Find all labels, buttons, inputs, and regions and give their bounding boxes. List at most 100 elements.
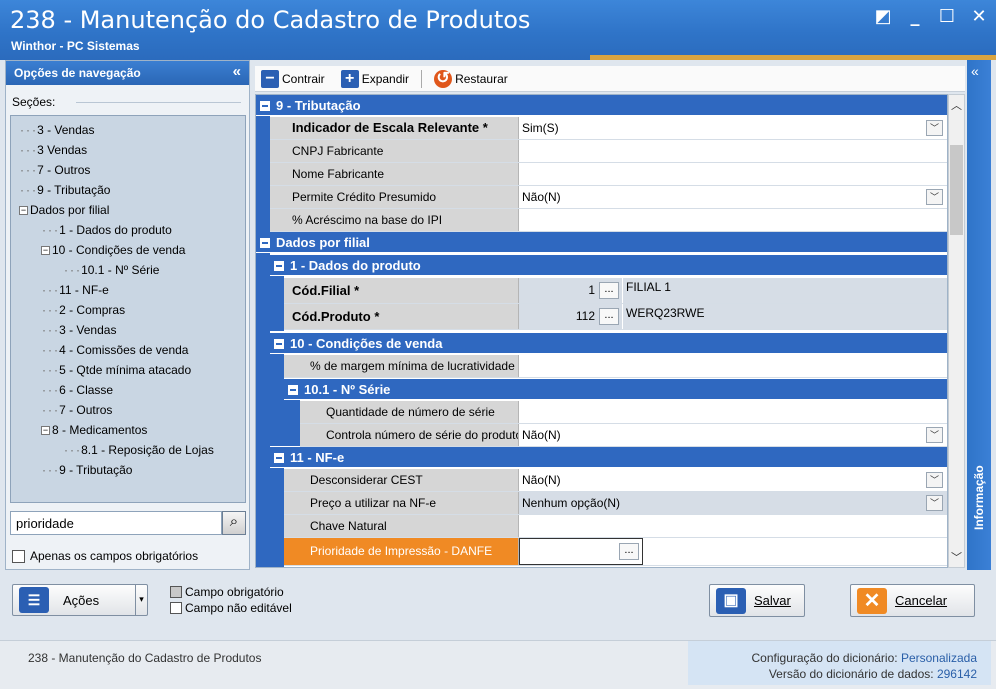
desconsiderar-cest-select[interactable]: Não(N) ﹀ <box>519 469 947 491</box>
tree-item[interactable]: −10 - Condições de venda <box>11 240 245 260</box>
restore-icon: ↺ <box>434 69 453 88</box>
close-button[interactable]: ✕ <box>970 8 988 26</box>
row-controla-serie: Controla número de série do produto Não(… <box>300 424 947 447</box>
tree-item[interactable]: ···9 - Tributação <box>11 460 245 480</box>
expandir-label: Expandir <box>361 71 410 86</box>
field-label: Cód.Filial * <box>284 278 519 303</box>
lookup-button[interactable]: ... <box>619 543 639 560</box>
chevron-down-icon[interactable]: ﹀ <box>926 120 943 136</box>
tree-item[interactable]: ···11 - NF-e <box>11 280 245 300</box>
chave-natural-input[interactable] <box>519 515 947 537</box>
tree-item[interactable]: ···6 - Classe <box>11 380 245 400</box>
actions-menu-icon: ☰ <box>19 587 49 613</box>
scroll-up-icon[interactable]: ︿ <box>949 97 964 113</box>
prioridade-danfe-input[interactable]: ... <box>519 538 643 565</box>
chevron-down-icon[interactable]: ﹀ <box>926 495 943 511</box>
cod-produto-input[interactable]: 112... <box>519 304 622 329</box>
expandir-button[interactable]: + Expandir <box>340 69 410 88</box>
tree-item[interactable]: ···3 - Vendas <box>11 320 245 340</box>
section-condicoes-venda[interactable]: 10 - Condições de venda <box>270 333 947 354</box>
tree-expander-icon[interactable]: − <box>19 206 28 216</box>
scroll-down-icon[interactable]: ﹀ <box>949 549 964 565</box>
tree-item[interactable]: − Dados por filial <box>11 200 245 220</box>
row-cod-filial: Cód.Filial * 1... FILIAL 1 <box>284 278 947 304</box>
tree-expander-icon[interactable]: − <box>41 246 50 256</box>
section-title: 10.1 - Nº Série <box>304 382 391 397</box>
tree-connector: ··· <box>41 406 60 417</box>
maximize-button[interactable]: ☐ <box>938 8 956 26</box>
lookup-button[interactable]: ... <box>599 308 619 325</box>
tree-item[interactable]: ···4 - Comissões de venda <box>11 340 245 360</box>
dictionary-config-label: Configuração do dicionário: <box>751 651 898 665</box>
field-label: Nome Fabricante <box>270 163 519 185</box>
acoes-button[interactable]: ☰ Ações ▾ <box>12 584 148 616</box>
expand-info-icon[interactable]: « <box>971 63 979 79</box>
tree-item[interactable]: ···9 - Tributação <box>11 180 245 200</box>
section-tributacao[interactable]: 9 - Tributação <box>256 95 947 116</box>
contrair-button[interactable]: − Contrair <box>261 69 325 88</box>
tree-item[interactable]: ···7 - Outros <box>11 400 245 420</box>
field-label: Chave Natural <box>284 515 519 537</box>
lookup-button[interactable]: ... <box>599 282 619 299</box>
tree-connector: ··· <box>41 346 60 357</box>
tree-item[interactable]: ···2 - Compras <box>11 300 245 320</box>
quantidade-serie-input[interactable] <box>519 401 947 423</box>
section-gutter <box>256 253 270 567</box>
controla-serie-select[interactable]: Não(N) ﹀ <box>519 424 947 446</box>
only-required-toggle[interactable]: Apenas os campos obrigatórios <box>12 549 198 563</box>
chevron-down-icon[interactable]: ﹀ <box>926 472 943 488</box>
status-bar: 238 - Manutenção do Cadastro de Produtos… <box>0 640 996 689</box>
tree-item[interactable]: ···3 - Vendas <box>11 120 245 140</box>
preco-nfe-select[interactable]: Nenhum opção(N) ﹀ <box>519 492 947 514</box>
credito-presumido-select[interactable]: Não(N) ﹀ <box>519 186 947 208</box>
section-dados-por-filial[interactable]: Dados por filial <box>256 232 947 253</box>
legend-readonly: Campo não editável <box>170 600 292 616</box>
collapse-section-icon <box>260 237 270 248</box>
minimize-button[interactable]: _ <box>906 8 924 26</box>
restaurar-button[interactable]: ↺ Restaurar <box>434 69 508 88</box>
field-label: Prioridade de Impressão - DANFE <box>284 538 519 565</box>
only-required-checkbox[interactable] <box>12 549 25 563</box>
scroll-thumb[interactable] <box>950 145 963 235</box>
acoes-dropdown-icon[interactable]: ▾ <box>135 585 147 615</box>
information-side-tab[interactable]: « Informação <box>967 60 991 570</box>
tree-item[interactable]: ···8.1 - Reposição de Lojas <box>11 440 245 460</box>
cnpj-fabricante-input[interactable] <box>519 140 947 162</box>
tree-item[interactable]: ···5 - Qtde mínima atacado <box>11 360 245 380</box>
margem-minima-input[interactable] <box>519 355 947 377</box>
save-button[interactable]: ▣ Salvar <box>709 584 805 617</box>
expand-all-icon: + <box>340 69 359 88</box>
row-margem-minima: % de margem mínima de lucratividade <box>284 355 947 378</box>
legend-required-label: Campo obrigatório <box>185 585 284 599</box>
section-gutter <box>270 276 284 331</box>
tree-item[interactable]: −8 - Medicamentos <box>11 420 245 440</box>
tree-item[interactable]: ···10.1 - Nº Série <box>11 260 245 280</box>
field-value: Não(N) <box>522 190 561 204</box>
grid-scrollbar[interactable]: ︿ ﹀ <box>948 94 965 568</box>
tree-item[interactable]: ···7 - Outros <box>11 160 245 180</box>
section-nfe[interactable]: 11 - NF-e <box>270 447 947 468</box>
search-button[interactable]: ⌕ <box>222 511 246 535</box>
tree-item-label: 8 - Medicamentos <box>52 423 148 437</box>
indicador-escala-select[interactable]: Sim(S) ﹀ <box>519 117 947 139</box>
nome-fabricante-input[interactable] <box>519 163 947 185</box>
tree-item[interactable]: ···3 Vendas <box>11 140 245 160</box>
acrescimo-ipi-input[interactable] <box>519 209 947 231</box>
section-gutter <box>270 468 284 567</box>
status-program-name: 238 - Manutenção do Cadastro de Produtos <box>28 651 262 665</box>
tree-item[interactable]: ···1 - Dados do produto <box>11 220 245 240</box>
field-label: Cód.Produto * <box>284 304 519 329</box>
chevron-down-icon[interactable]: ﹀ <box>926 189 943 205</box>
cancel-button[interactable]: ✕ Cancelar <box>850 584 975 617</box>
row-acrescimo-ipi: % Acréscimo na base do IPI <box>270 209 947 232</box>
collapse-section-icon <box>260 100 270 111</box>
chevron-down-icon[interactable]: ﹀ <box>926 427 943 443</box>
restore-layout-icon[interactable]: ◩ <box>874 8 892 26</box>
collapse-all-icon: − <box>261 69 279 88</box>
collapse-nav-icon[interactable]: « <box>233 63 241 80</box>
search-input[interactable]: prioridade <box>10 511 222 535</box>
tree-expander-icon[interactable]: − <box>41 426 50 436</box>
cod-filial-input[interactable]: 1... <box>519 278 622 303</box>
section-dados-produto[interactable]: 1 - Dados do produto <box>270 255 947 276</box>
section-numero-serie[interactable]: 10.1 - Nº Série <box>284 379 947 400</box>
